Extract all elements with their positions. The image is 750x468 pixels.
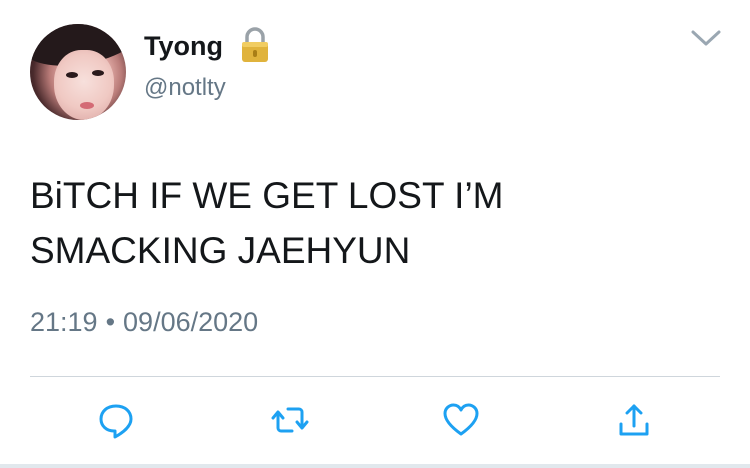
retweet-button[interactable] — [270, 400, 310, 440]
meta-separator: • — [105, 307, 116, 337]
tweet-time: 21:19 — [30, 307, 98, 337]
tweet-date: 09/06/2020 — [123, 307, 259, 337]
retweet-icon — [271, 407, 309, 433]
avatar-face — [54, 50, 114, 120]
tweet-meta: 21:19 • 09/06/2020 — [30, 306, 258, 338]
avatar-eye-left — [66, 72, 78, 78]
reply-button[interactable] — [96, 400, 136, 440]
tweet-card: Tyong @notlty BiTCH IF WE GET LOST I’M S… — [0, 0, 750, 468]
user-handle[interactable]: @notlty — [144, 74, 226, 102]
share-button[interactable] — [614, 400, 654, 440]
lock-icon — [242, 27, 268, 62]
reply-icon — [99, 404, 133, 439]
like-button[interactable] — [441, 400, 481, 440]
avatar-lips — [80, 102, 94, 109]
avatar[interactable] — [30, 24, 126, 120]
chevron-down-icon[interactable] — [690, 28, 722, 48]
heart-icon — [443, 403, 479, 436]
display-name[interactable]: Tyong — [144, 30, 223, 62]
avatar-eye-right — [92, 70, 104, 76]
share-icon — [619, 404, 649, 436]
bottom-bar — [0, 464, 750, 468]
divider — [30, 376, 720, 377]
tweet-text: BiTCH IF WE GET LOST I’M SMACKING JAEHYU… — [30, 175, 504, 271]
